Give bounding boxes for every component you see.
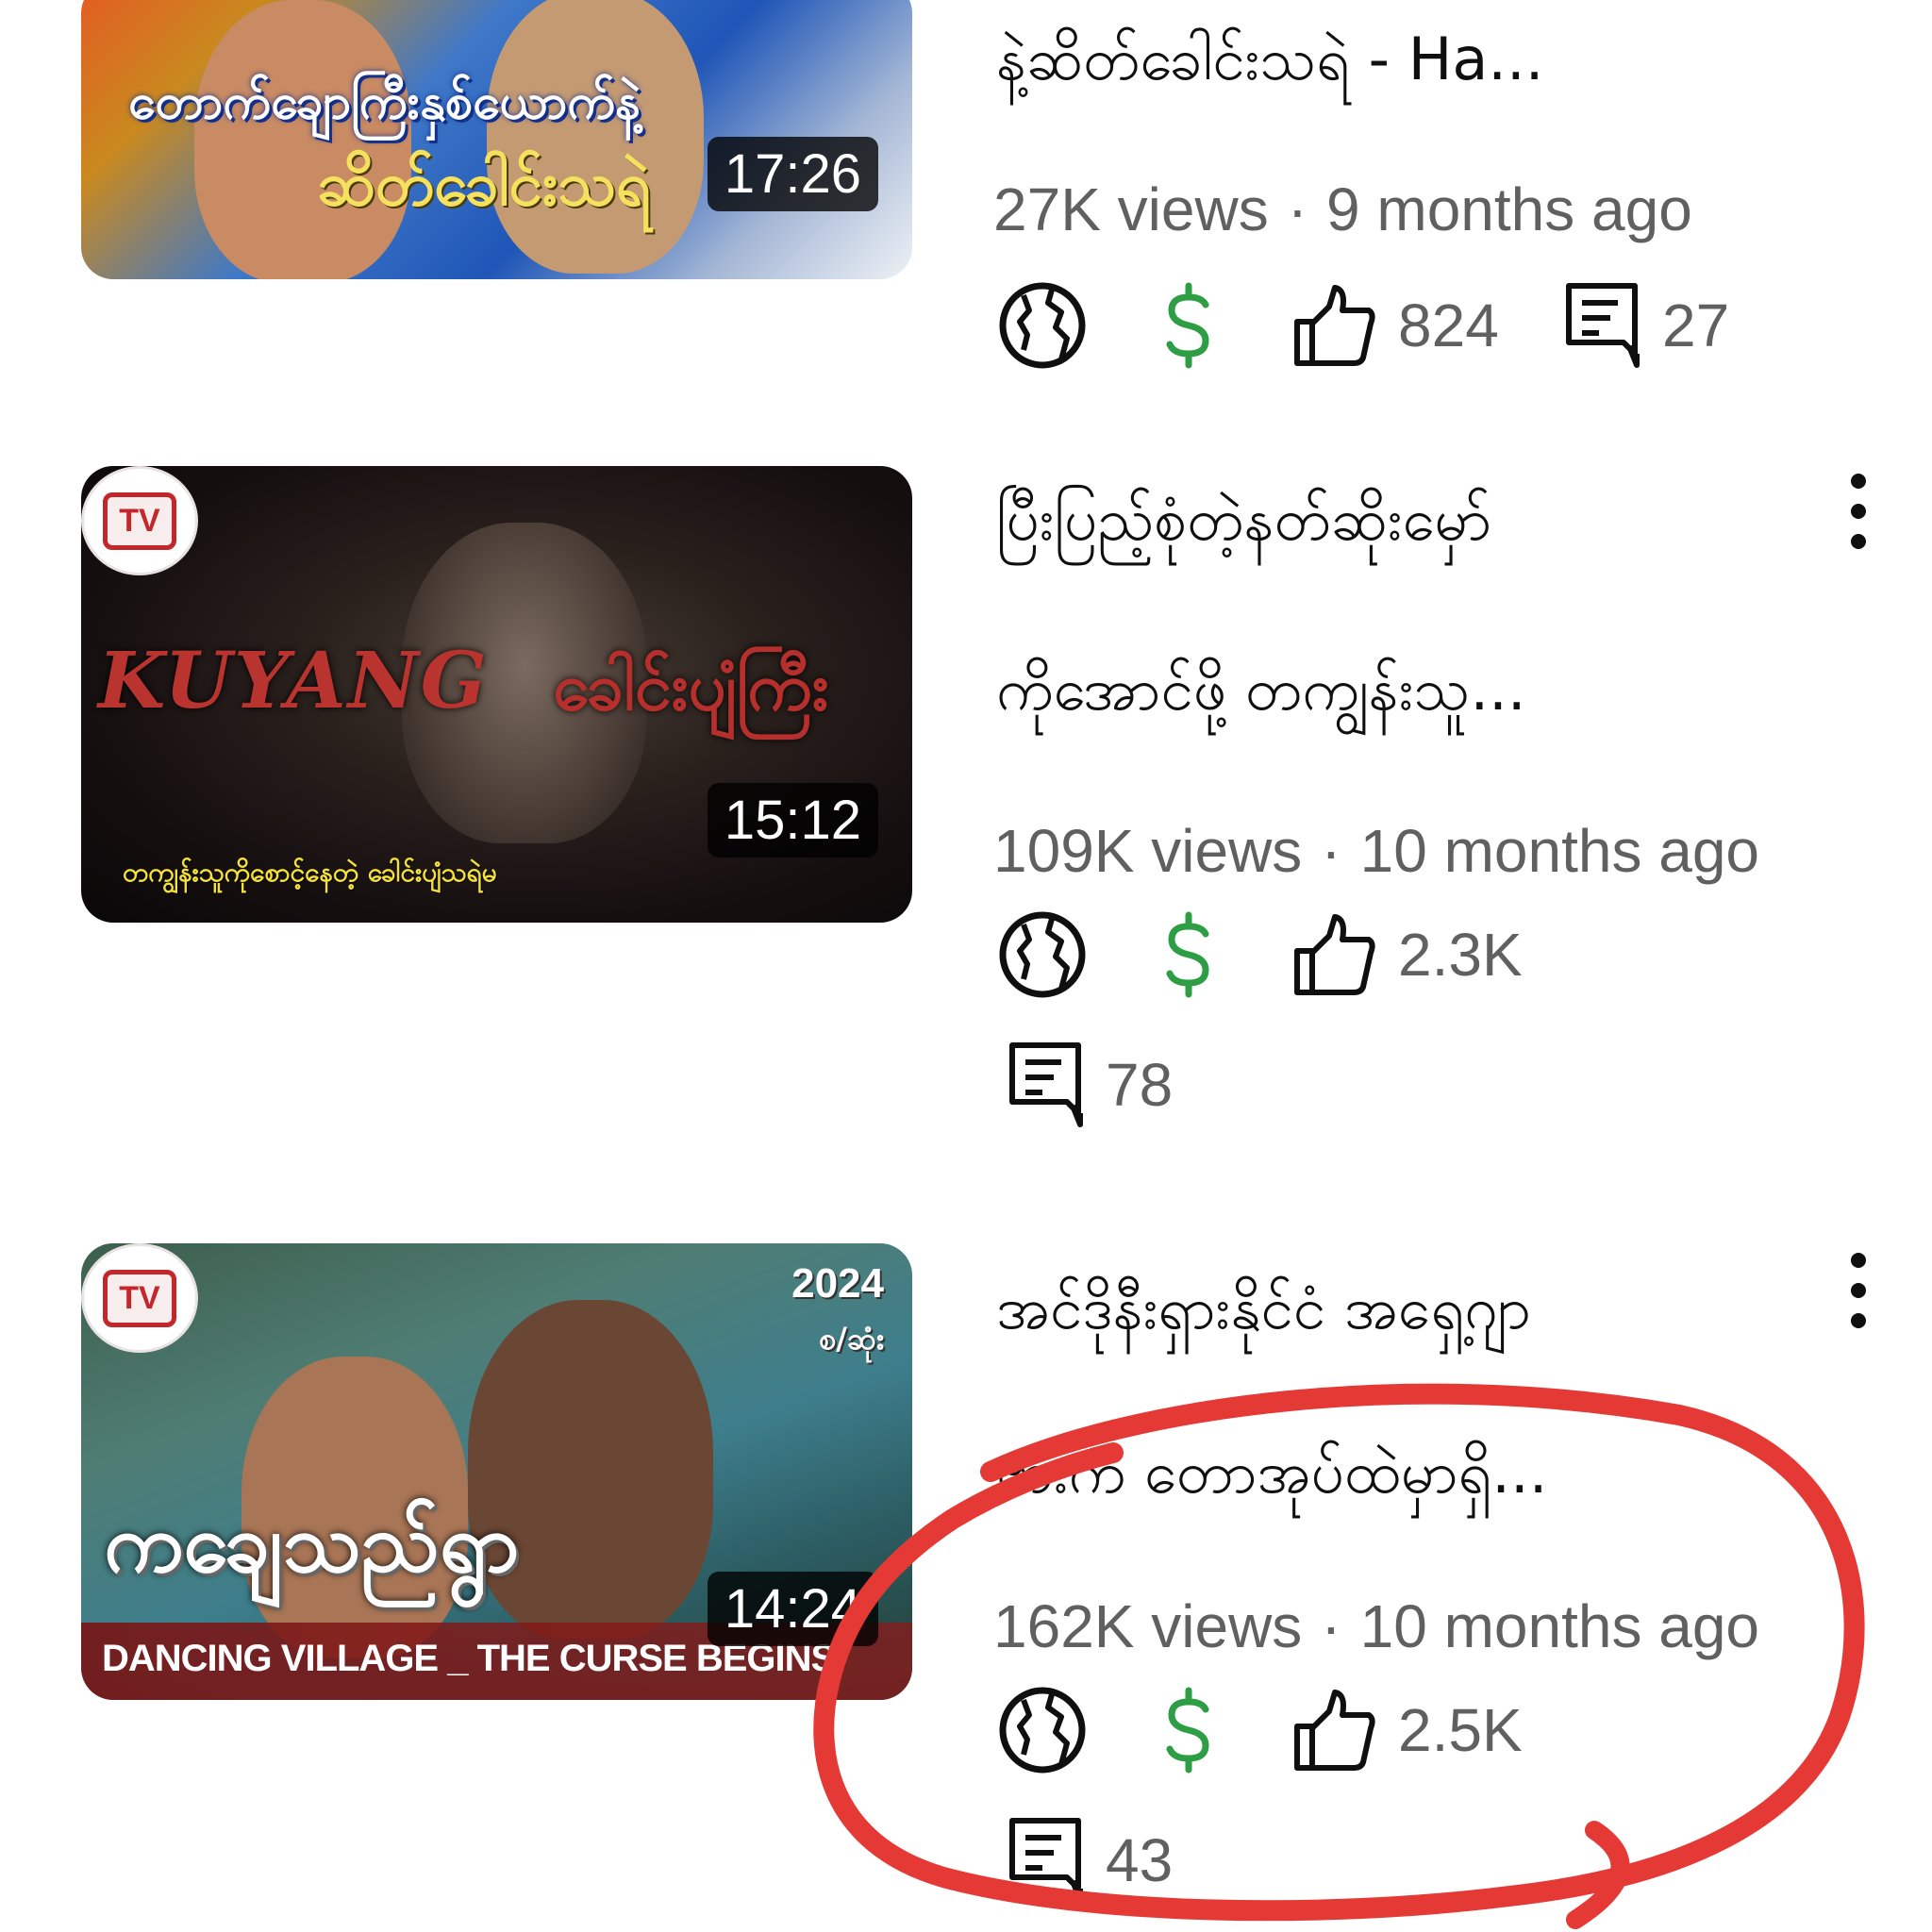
thumbs-up-icon[interactable] (1288, 278, 1382, 373)
comment-count: 27 (1662, 291, 1730, 359)
comment-icon[interactable] (1005, 1038, 1099, 1132)
view-count: 27K views (993, 175, 1269, 243)
globe-icon (999, 282, 1086, 369)
video-thumbnail[interactable]: တောက်ချောကြီးနှစ်ယောက်နဲ့ ဆိတ်ခေါင်းသရဲ … (81, 0, 912, 279)
video-meta: 27K views · 9 months ago (993, 179, 1692, 240)
meta-separator: · (1287, 175, 1307, 243)
view-count: 109K views (993, 817, 1303, 885)
globe-icon (999, 911, 1086, 998)
duration-badge: 17:26 (707, 137, 878, 211)
thumbnail-caption: တောက်ချောကြီးနှစ်ယောက်နဲ့ (128, 74, 641, 130)
upload-age: 10 months ago (1359, 1592, 1759, 1660)
like-count: 2.3K (1398, 921, 1523, 989)
thumbs-up-icon[interactable] (1288, 1683, 1382, 1777)
dollar-icon (1166, 1687, 1209, 1774)
thumbs-up-icon[interactable] (1288, 908, 1382, 1002)
like-count: 2.5K (1398, 1696, 1523, 1764)
thumbnail-title: ကချေသည်ရွာ (104, 1496, 520, 1591)
upload-age: 10 months ago (1359, 817, 1759, 885)
channel-logo: TV (81, 466, 198, 575)
dollar-icon (1166, 911, 1209, 998)
video-thumbnail[interactable]: TV 2024 စ/ဆုံး ကချေသည်ရွာ DANCING VILLAG… (81, 1243, 912, 1700)
thumbnail-year: 2024 (791, 1260, 884, 1307)
like-count: 824 (1398, 291, 1499, 359)
video-title[interactable]: ပြီးပြည့်စုံတဲ့နတ်ဆိုးမှော် (996, 491, 1491, 549)
channel-logo: TV (81, 1243, 198, 1353)
more-vert-icon[interactable] (1830, 460, 1887, 564)
comment-count: 43 (1106, 1826, 1174, 1894)
globe-icon (999, 1687, 1086, 1774)
comment-count: 78 (1106, 1051, 1174, 1119)
thumbnail-caption: တကျွန်းသူကိုစောင့်နေတဲ့ ခေါင်းပျံသရဲမ (123, 857, 497, 888)
video-title[interactable]: ကိုအောင်ဖို့ တကျွန်းသူ... (996, 660, 1526, 719)
thumbnail-caption: စ/ဆုံး (819, 1321, 884, 1357)
upload-age: 9 months ago (1326, 175, 1692, 243)
video-meta: 162K views · 10 months ago (993, 1596, 1759, 1657)
video-meta: 109K views · 10 months ago (993, 821, 1759, 881)
comment-icon[interactable] (1561, 278, 1656, 373)
dollar-icon (1166, 282, 1209, 369)
video-title[interactable]: နဲ့ဆိတ်ခေါင်းသရဲ - Ha... (996, 30, 1543, 89)
video-title[interactable]: အင်ဒိုနီးရှားနိုင်ငံ အရှေ့ဂျာ (996, 1279, 1531, 1338)
meta-separator: · (1321, 1592, 1341, 1660)
meta-separator: · (1321, 817, 1341, 885)
view-count: 162K views (993, 1592, 1303, 1660)
video-title[interactable]: ဗားက တောအုပ်ထဲမှာရှိ... (996, 1443, 1547, 1502)
thumbnail-caption: ခေါင်းပျံကြီး (553, 648, 829, 725)
comment-icon[interactable] (1005, 1813, 1099, 1907)
duration-badge: 14:24 (707, 1572, 878, 1646)
more-vert-icon[interactable] (1830, 1240, 1887, 1343)
duration-badge: 15:12 (707, 783, 878, 858)
thumbnail-caption: KUYANG (98, 636, 489, 726)
video-list: တောက်ချောကြီးနှစ်ယောက်နဲ့ ဆိတ်ခေါင်းသရဲ … (0, 0, 1932, 1932)
thumbnail-caption: ဆိတ်ခေါင်းသရဲ (317, 150, 651, 220)
video-thumbnail[interactable]: TV KUYANG ခေါင်းပျံကြီး တကျွန်းသူကိုစောင… (81, 466, 912, 923)
